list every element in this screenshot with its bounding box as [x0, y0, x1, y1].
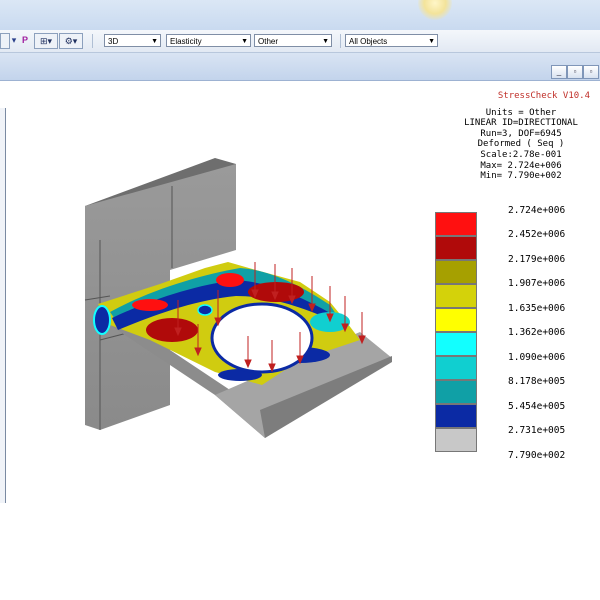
legend-swatch: [435, 308, 477, 332]
restore-window-icon[interactable]: ▫: [567, 65, 583, 79]
toolbar-tool-button-1[interactable]: [0, 33, 10, 49]
legend-value: 1.907e+006: [508, 278, 566, 289]
toolbar-separator: [340, 34, 341, 48]
fillet-root: [93, 305, 111, 335]
bracket-hole: [210, 302, 314, 374]
stress-plot-viewport[interactable]: [0, 80, 430, 460]
legend-swatch: [435, 356, 477, 380]
dropdown-arrow-icon: ▼: [241, 38, 248, 45]
stress-hotspot: [146, 318, 198, 342]
dropdown-arrow-icon[interactable]: ▾: [10, 33, 18, 47]
legend-value: 8.178e+005: [508, 376, 566, 387]
title-glow: [418, 0, 452, 20]
legend-swatch: [435, 284, 477, 308]
stress-hotspot: [132, 299, 168, 311]
minimize-window-icon[interactable]: _: [551, 65, 567, 79]
dropdown-arrow-icon: ▼: [322, 38, 329, 45]
toolbar-separator: [92, 34, 93, 48]
p-button[interactable]: P: [20, 33, 30, 47]
min-label: Min= 7.790e+002: [480, 171, 562, 182]
legend-swatch: [435, 260, 477, 284]
results-info: StressCheck V10.4 Units = Other LINEAR I…: [446, 91, 596, 182]
legend-value: 7.790e+002: [508, 450, 566, 461]
bolt-hole: [197, 304, 213, 316]
view-mode-select[interactable]: 3D ▼: [104, 34, 161, 47]
legend-value: 1.635e+006: [508, 303, 566, 314]
stress-hotspot: [216, 273, 244, 287]
restore-window-icon[interactable]: ▫: [583, 65, 599, 79]
view-mode-value: 3D: [108, 37, 119, 46]
legend-value: 2.724e+006: [508, 205, 566, 216]
title-bar: [0, 0, 600, 31]
legend-swatch: [435, 404, 477, 428]
toolbar: ▾ P ⊞▾ ⚙▾ 3D ▼ Elasticity ▼ Other ▼ All …: [0, 30, 600, 53]
run-label: Run=3, DOF=6945: [480, 128, 562, 139]
max-label: Max= 2.724e+006: [480, 160, 562, 171]
material-value: Elasticity: [170, 37, 202, 46]
solution-id-label: LINEAR ID=DIRECTIONAL: [464, 118, 578, 129]
material-select[interactable]: Elasticity ▼: [166, 34, 251, 47]
dropdown-arrow-icon: ▼: [151, 38, 158, 45]
legend-swatch: [435, 332, 477, 356]
app-version: StressCheck V10.4: [497, 91, 590, 101]
legend-swatch: [435, 212, 477, 236]
plot-type-label: Deformed ( Seq ): [477, 139, 565, 150]
objects-select[interactable]: All Objects ▼: [345, 34, 438, 47]
legend-value: 5.454e+005: [508, 401, 566, 412]
dropdown-arrow-icon: ▼: [428, 38, 435, 45]
scale-label: Scale:2.78e-001: [480, 149, 562, 160]
category-select[interactable]: Other ▼: [254, 34, 332, 47]
legend-value: 1.090e+006: [508, 352, 566, 363]
units-label: Units = Other: [485, 107, 557, 118]
tool-icon[interactable]: ⊞▾: [34, 33, 58, 49]
legend-swatch: [435, 236, 477, 260]
legend-swatch: [435, 428, 477, 452]
document-window-header: _ ▫ ▫: [0, 53, 600, 81]
legend-value: 2.179e+006: [508, 254, 566, 265]
legend-swatch: [435, 380, 477, 404]
legend-value: 2.731e+005: [508, 425, 566, 436]
category-value: Other: [258, 37, 279, 46]
tool-icon[interactable]: ⚙▾: [59, 33, 83, 49]
legend-value: 1.362e+006: [508, 327, 566, 338]
legend-value: 2.452e+006: [508, 229, 566, 240]
objects-value: All Objects: [349, 37, 388, 46]
